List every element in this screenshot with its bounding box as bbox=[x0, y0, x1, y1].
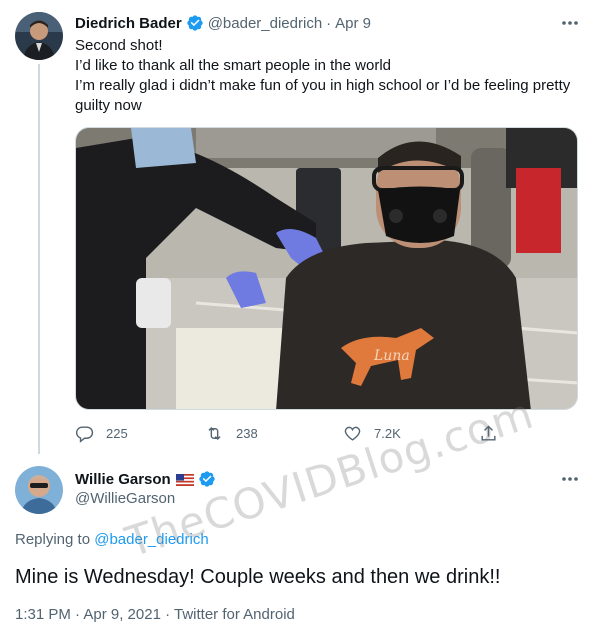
tweet-date[interactable]: Apr 9 bbox=[335, 15, 371, 32]
reply-author-display-name[interactable]: Willie Garson bbox=[75, 471, 171, 488]
share-button[interactable] bbox=[479, 424, 510, 443]
reply-count: 225 bbox=[106, 426, 128, 441]
retweet-icon bbox=[208, 426, 221, 441]
tweet-action-bar: 225 238 7.2K bbox=[75, 424, 505, 446]
replying-to-line: Replying to @bader_diedrich bbox=[15, 531, 209, 548]
reply-button[interactable]: 225 bbox=[75, 424, 128, 443]
tweet-text-line: Second shot! bbox=[75, 37, 163, 54]
verified-badge-icon bbox=[186, 14, 204, 32]
retweet-button[interactable]: 238 bbox=[205, 424, 258, 443]
reply-timestamp-source[interactable]: 1:31 PM · Apr 9, 2021 · Twitter for Andr… bbox=[15, 606, 295, 623]
replying-to-label: Replying to bbox=[15, 531, 91, 548]
avatar-diedrich-bader[interactable] bbox=[15, 12, 63, 60]
us-flag-icon bbox=[175, 473, 194, 486]
separator-dot: · bbox=[326, 14, 332, 32]
author-display-name[interactable]: Diedrich Bader bbox=[75, 15, 182, 32]
reply-icon bbox=[75, 426, 94, 443]
like-count: 7.2K bbox=[374, 426, 401, 441]
reply-header: Willie Garson bbox=[75, 470, 220, 488]
retweet-count: 238 bbox=[236, 426, 258, 441]
tweet-text-line: I’m really glad i didn’t make fun of you… bbox=[75, 77, 575, 114]
tweet-photo-vaccination[interactable]: Luna bbox=[75, 127, 578, 410]
like-button[interactable]: 7.2K bbox=[343, 424, 401, 443]
reply-author-handle[interactable]: @WillieGarson bbox=[75, 490, 175, 507]
reply-text: Mine is Wednesday! Couple weeks and then… bbox=[15, 566, 501, 588]
more-icon[interactable] bbox=[556, 12, 584, 34]
tweet-text: Second shot! I’d like to thank all the s… bbox=[75, 36, 580, 116]
replying-to-handle-link[interactable]: @bader_diedrich bbox=[94, 531, 208, 548]
share-icon bbox=[481, 425, 496, 441]
author-handle[interactable]: @bader_diedrich bbox=[208, 15, 322, 32]
shirt-text: Luna bbox=[373, 348, 410, 364]
avatar-willie-garson[interactable] bbox=[15, 466, 63, 514]
more-icon[interactable] bbox=[556, 468, 584, 490]
tweet-header: Diedrich Bader @bader_diedrich · Apr 9 bbox=[75, 14, 371, 32]
thread-connector-line bbox=[38, 64, 40, 454]
verified-badge-icon bbox=[198, 470, 216, 488]
heart-icon bbox=[344, 426, 361, 441]
tweet-text-line: I’d like to thank all the smart people i… bbox=[75, 57, 392, 74]
